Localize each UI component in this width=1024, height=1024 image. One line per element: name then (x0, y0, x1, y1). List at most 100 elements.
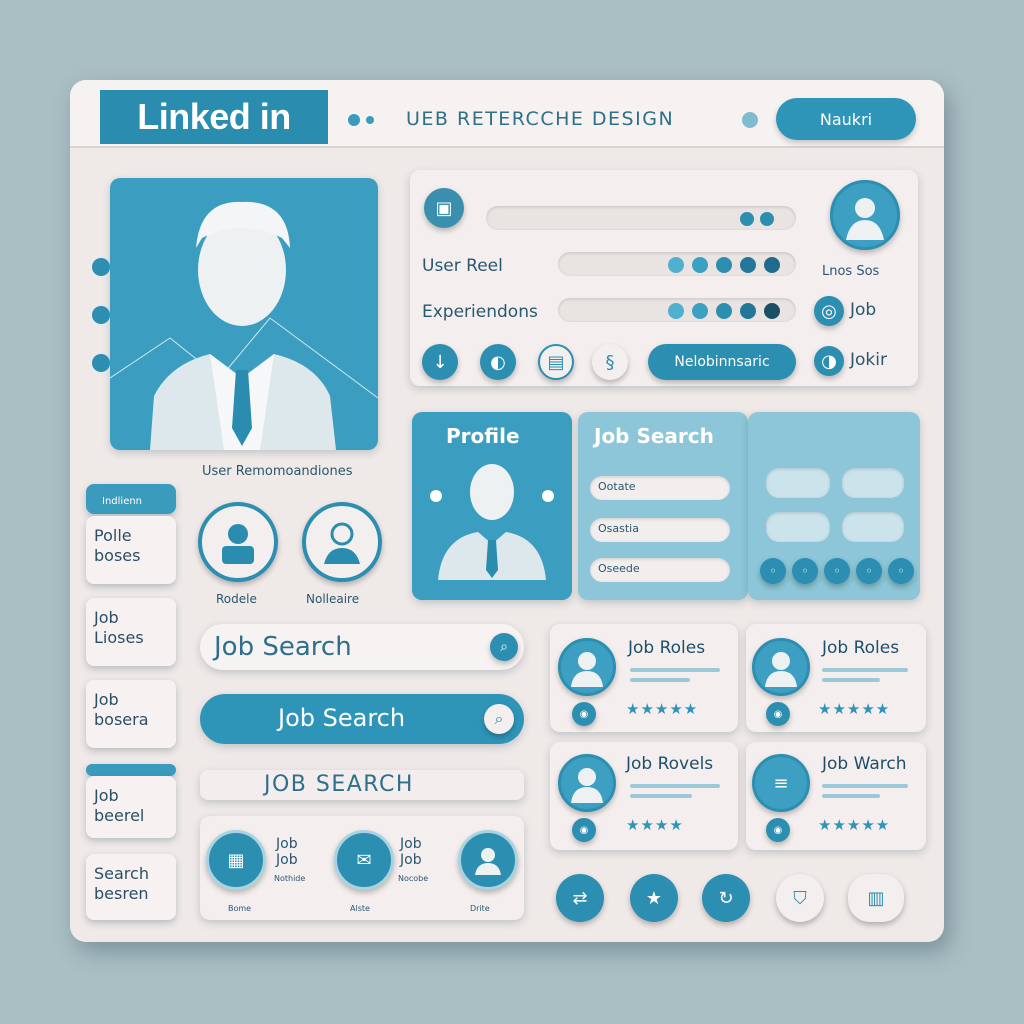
job-card[interactable]: ≡ Job Warch ◉ ★★★★★ (746, 742, 926, 850)
toggle-pill[interactable] (766, 512, 830, 542)
avatar-left-label: Rodele (216, 592, 257, 606)
grid-icon[interactable]: ◦ (824, 558, 850, 584)
text-line (630, 784, 720, 788)
job-card-title: Job Roles (628, 638, 706, 658)
quick-actions-card: ▦ Job Job Nothide Bome ✉ Job Job Nocobe … (200, 816, 524, 920)
profile-caption: User Remomoandiones (202, 464, 353, 479)
profile-tab-card[interactable]: Profile (412, 412, 572, 600)
text-line (822, 794, 880, 798)
badge-icon: ◉ (572, 818, 596, 842)
job-search-button-label: Job Search (278, 704, 406, 732)
search-icon[interactable]: ⌕ (490, 633, 518, 661)
job-card[interactable]: Job Roles ◉ ★★★★★ (746, 624, 926, 732)
header-toggle-icon[interactable] (742, 112, 758, 128)
text-line (822, 668, 908, 672)
job-search-tab-card[interactable]: Job Search Ootate Osastia Oseede (578, 412, 748, 600)
progress-dot-icon (716, 257, 732, 273)
side-tile[interactable]: Job Lioses (86, 598, 176, 666)
small-avatar-icon[interactable] (830, 180, 900, 250)
action-button[interactable]: Nelobinnsaric (648, 344, 796, 380)
settings-icon[interactable]: § (592, 344, 628, 380)
text-line (822, 784, 908, 788)
text-line (822, 678, 880, 682)
icon-grid-card: ◦ ◦ ◦ ◦ ◦ (748, 412, 920, 600)
linkedin-logo[interactable]: Linked in (100, 90, 328, 144)
experience-label: Experiendons (422, 302, 538, 322)
job-search-caps-label: JOB SEARCH (264, 772, 414, 797)
toggle-pill[interactable] (842, 512, 904, 542)
menu-icon[interactable]: ▥ (848, 874, 904, 922)
job-link[interactable]: Job (850, 300, 876, 320)
star-icon[interactable]: ★ (630, 874, 678, 922)
quick-item-foot: Alste (350, 904, 370, 913)
toggle-pill[interactable] (766, 468, 830, 498)
progress-dot-icon (668, 303, 684, 319)
progress-dot-icon (740, 212, 754, 226)
jokir-link[interactable]: Jokir (850, 350, 887, 370)
job-avatar-icon (752, 638, 810, 696)
side-tile[interactable]: Job beerel (86, 776, 176, 838)
job-field-1-label: Ootate (598, 480, 636, 493)
job-field-3-label: Oseede (598, 562, 640, 575)
info-card: ▣ User Reel Experiendons ↓ ◐ ▤ § Nelobin… (410, 170, 918, 386)
folder-icon[interactable]: ▦ (206, 830, 266, 890)
info-icon[interactable]: ↓ (422, 344, 458, 380)
avatar-right-label: Nolleaire (306, 592, 360, 606)
job-avatar-icon (558, 754, 616, 812)
chat-icon[interactable]: ✉ (334, 830, 394, 890)
user-icon[interactable]: ◐ (480, 344, 516, 380)
document-icon[interactable]: ▤ (538, 344, 574, 380)
search-icon[interactable]: ⌕ (484, 704, 514, 734)
grid-icon[interactable]: ◦ (792, 558, 818, 584)
job-avatar-icon (558, 638, 616, 696)
refresh-icon[interactable]: ↻ (702, 874, 750, 922)
progress-dot-icon (764, 257, 780, 273)
progress-dot-icon (740, 303, 756, 319)
progress-dot-icon (668, 257, 684, 273)
user-reel-label: User Reel (422, 256, 503, 276)
job-search-button[interactable]: Job Search ⌕ (200, 694, 524, 744)
header-title: UEB RETERCCHE DESIGN (406, 108, 675, 130)
profile-tab-label: Profile (446, 424, 520, 448)
badge-icon: ◉ (572, 702, 596, 726)
progress-dot-icon (692, 303, 708, 319)
job-card-title: Job Roles (822, 638, 900, 658)
naukri-button[interactable]: Naukri (776, 98, 916, 140)
header-dot-icon (366, 116, 374, 124)
user-icon[interactable] (458, 830, 518, 890)
job-card-rating: ★★★★★ (818, 816, 891, 834)
job-search-caps-bar[interactable]: JOB SEARCH (200, 770, 524, 800)
progress-dot-icon (764, 303, 780, 319)
grid-icon[interactable]: ◦ (888, 558, 914, 584)
quick-item-foot: Bome (228, 904, 252, 913)
job-search-input[interactable]: Job Search ⌕ (200, 624, 524, 670)
side-tile[interactable]: Job bosera (86, 680, 176, 748)
job-card-rating: ★★★★★ (626, 700, 699, 718)
grid-icon[interactable]: ◦ (856, 558, 882, 584)
toggle-pill[interactable] (842, 468, 904, 498)
jokir-icon[interactable]: ◑ (814, 346, 844, 376)
text-line (630, 678, 690, 682)
job-field-2-label: Osastia (598, 522, 639, 535)
right-label: Lnos Sos (822, 264, 880, 279)
briefcase-icon[interactable]: ▣ (424, 188, 464, 228)
job-list-icon: ≡ (752, 754, 810, 812)
user-avatar-icon[interactable] (302, 502, 382, 582)
shield-icon[interactable]: ⛉ (776, 874, 824, 922)
job-card-rating: ★★★★ (626, 816, 684, 834)
quick-item-sub: Nocobe (398, 874, 429, 883)
side-tile-bar (86, 764, 176, 776)
job-icon[interactable]: ◎ (814, 296, 844, 326)
user-avatar-icon[interactable] (198, 502, 278, 582)
grid-icon[interactable]: ◦ (760, 558, 786, 584)
connector-dot-icon (92, 258, 110, 276)
connector-dot-icon (92, 354, 110, 372)
side-tab[interactable]: Indlienn (86, 484, 176, 514)
quick-item-title: Job Job (400, 836, 422, 868)
side-tile[interactable]: Polle boses (86, 516, 176, 584)
job-card[interactable]: Job Rovels ◉ ★★★★ (550, 742, 738, 850)
side-tile[interactable]: Search besren (86, 854, 176, 920)
job-card[interactable]: Job Roles ◉ ★★★★★ (550, 624, 738, 732)
share-icon[interactable]: ⇄ (556, 874, 604, 922)
badge-icon: ◉ (766, 818, 790, 842)
